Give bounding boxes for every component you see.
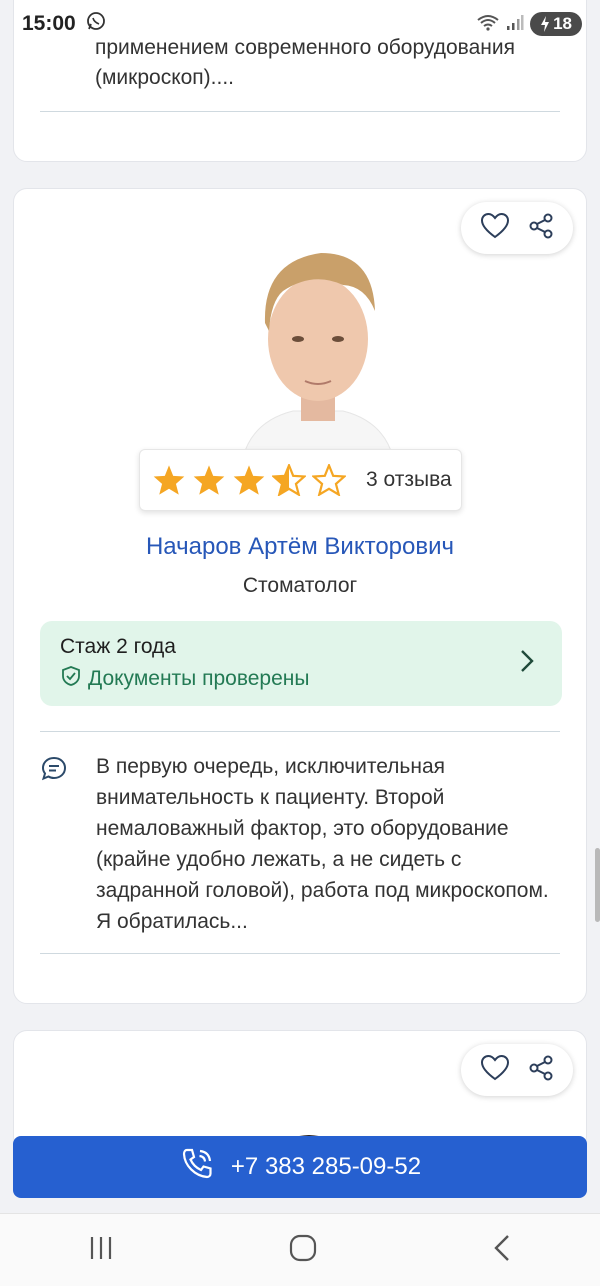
experience-label: Стаж 2 года bbox=[60, 635, 176, 658]
call-button[interactable]: +7 383 285-09-52 bbox=[13, 1136, 587, 1198]
star-empty-icon bbox=[312, 464, 346, 496]
experience-panel[interactable]: Стаж 2 года Документы проверены bbox=[40, 621, 562, 706]
rating-badge[interactable]: 3 отзыва bbox=[139, 449, 462, 511]
doctor-name-link[interactable]: Начаров Артём Викторович bbox=[14, 533, 586, 561]
reviews-link[interactable]: 3 отзыва bbox=[366, 468, 452, 492]
next-doctor-card[interactable] bbox=[13, 1030, 587, 1150]
chevron-right-icon[interactable] bbox=[520, 649, 534, 678]
doctor-card[interactable]: 3 отзыва Начаров Артём Викторович Стомат… bbox=[13, 188, 587, 1004]
star-icon bbox=[193, 465, 225, 495]
star-icon bbox=[153, 465, 185, 495]
share-icon[interactable] bbox=[527, 212, 555, 245]
divider bbox=[40, 731, 560, 732]
divider bbox=[40, 111, 560, 112]
verified-label: Документы проверены bbox=[88, 667, 310, 690]
star-half-icon bbox=[272, 464, 306, 496]
review-snippet[interactable]: В первую очередь, исключительная внимате… bbox=[96, 751, 566, 937]
chat-icon bbox=[40, 755, 68, 788]
card-actions bbox=[461, 1044, 573, 1096]
star-icon bbox=[233, 465, 265, 495]
wifi-icon bbox=[476, 12, 500, 37]
doctor-specialty: Стоматолог bbox=[242, 574, 358, 597]
shield-check-icon bbox=[60, 665, 82, 693]
star-rating bbox=[152, 464, 346, 496]
whatsapp-icon bbox=[86, 11, 106, 37]
heart-icon[interactable] bbox=[480, 1054, 510, 1087]
verified-row: Документы проверены bbox=[60, 665, 542, 693]
card-actions bbox=[461, 202, 573, 254]
system-nav-bar bbox=[0, 1213, 600, 1286]
divider bbox=[40, 953, 560, 954]
status-time: 15:00 bbox=[22, 12, 76, 35]
scrollbar-thumb[interactable] bbox=[595, 848, 600, 922]
phone-number: +7 383 285-09-52 bbox=[230, 1153, 422, 1180]
doctor-photo[interactable] bbox=[233, 231, 403, 457]
battery-indicator: 18 bbox=[530, 12, 582, 36]
home-icon[interactable] bbox=[288, 1233, 318, 1268]
share-icon[interactable] bbox=[527, 1054, 555, 1087]
phone-icon bbox=[179, 1146, 215, 1189]
status-bar: 15:00 18 bbox=[0, 0, 600, 48]
heart-icon[interactable] bbox=[480, 212, 510, 245]
recent-apps-icon[interactable] bbox=[87, 1235, 115, 1266]
back-icon[interactable] bbox=[491, 1233, 513, 1268]
battery-level: 18 bbox=[553, 14, 572, 33]
signal-icon bbox=[506, 13, 524, 36]
